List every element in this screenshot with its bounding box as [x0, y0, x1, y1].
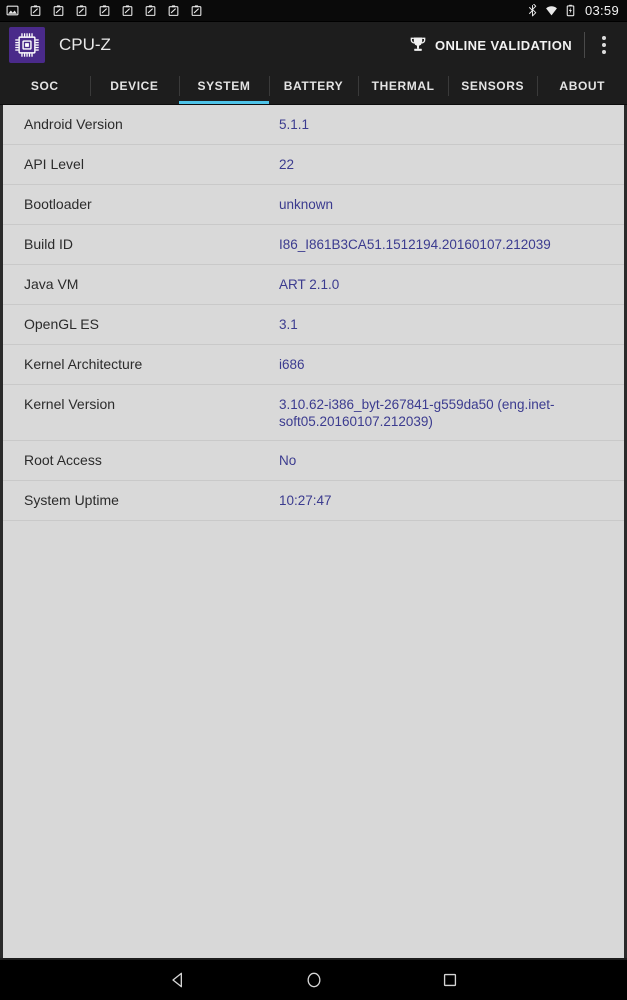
system-info-list: Android Version 5.1.1 API Level 22 Bootl… — [3, 105, 624, 521]
more-vert-icon[interactable] — [587, 25, 621, 65]
tab-label: DEVICE — [110, 79, 159, 93]
tab-about[interactable]: ABOUT — [537, 68, 627, 104]
row-label: API Level — [24, 156, 84, 172]
recents-icon[interactable] — [428, 959, 472, 1000]
row-value: i686 — [279, 357, 305, 372]
system-info-panel[interactable]: Android Version 5.1.1 API Level 22 Bootl… — [0, 105, 627, 958]
online-validation-label: ONLINE VALIDATION — [434, 37, 572, 53]
row-value: 3.10.62-i386_byt-267841-g559da50 (eng.in… — [279, 397, 555, 429]
tab-label: ABOUT — [559, 79, 606, 93]
screenshot-icon — [99, 5, 110, 16]
image-icon — [6, 5, 19, 16]
tab-soc[interactable]: SOC — [0, 68, 90, 104]
table-row[interactable]: System Uptime 10:27:47 — [3, 481, 624, 521]
table-row[interactable]: Root Access No — [3, 441, 624, 481]
online-validation-button[interactable]: ONLINE VALIDATION — [404, 29, 582, 61]
row-value: ART 2.1.0 — [279, 277, 340, 292]
row-value: 10:27:47 — [279, 493, 332, 508]
row-label: Java VM — [24, 276, 79, 292]
android-device-screen: 03:59 CPU-Z ONLINE VALIDATION SOC DEVICE… — [0, 0, 627, 1000]
tab-sensors[interactable]: SENSORS — [447, 68, 538, 104]
row-label: Build ID — [24, 236, 74, 252]
app-title: CPU-Z — [59, 35, 111, 54]
app-bar-divider — [584, 32, 585, 58]
tab-device[interactable]: DEVICE — [89, 68, 180, 104]
screenshot-icon — [76, 5, 87, 16]
tab-label: THERMAL — [371, 79, 435, 93]
row-value: No — [279, 453, 297, 468]
row-label: Root Access — [24, 452, 102, 468]
screenshot-icon — [53, 5, 64, 16]
status-bar-clock: 03:59 — [584, 3, 619, 18]
screenshot-icon — [168, 5, 179, 16]
row-label: Bootloader — [24, 196, 92, 212]
system-status-icons: 03:59 — [526, 3, 619, 18]
table-row[interactable]: Java VM ART 2.1.0 — [3, 265, 624, 305]
wifi-icon — [546, 6, 557, 16]
trophy-icon — [410, 37, 426, 51]
back-icon[interactable] — [156, 959, 200, 1000]
row-label: OpenGL ES — [24, 316, 99, 332]
tab-label: SYSTEM — [197, 79, 251, 93]
row-value: 5.1.1 — [279, 117, 310, 132]
row-label: System Uptime — [24, 492, 119, 508]
table-row[interactable]: Kernel Architecture i686 — [3, 345, 624, 385]
home-icon[interactable] — [292, 959, 336, 1000]
row-value: 3.1 — [279, 317, 298, 332]
tab-bar: SOC DEVICE SYSTEM BATTERY THERMAL SENSOR… — [0, 68, 627, 105]
table-row[interactable]: OpenGL ES 3.1 — [3, 305, 624, 345]
table-row[interactable]: Kernel Version 3.10.62-i386_byt-267841-g… — [3, 385, 624, 441]
battery-icon — [566, 4, 575, 17]
tab-label: SOC — [30, 79, 59, 93]
table-row[interactable]: Build ID I86_I861B3CA51.1512194.20160107… — [3, 225, 624, 265]
app-bar: CPU-Z ONLINE VALIDATION — [0, 22, 627, 68]
bluetooth-icon — [528, 4, 537, 17]
row-label: Kernel Version — [24, 396, 116, 412]
table-row[interactable]: Bootloader unknown — [3, 185, 624, 225]
screenshot-icon — [122, 5, 133, 16]
screenshot-icon — [30, 5, 41, 16]
screenshot-icon — [145, 5, 156, 16]
table-row[interactable]: Android Version 5.1.1 — [3, 105, 624, 145]
row-label: Android Version — [24, 116, 123, 132]
screenshot-icon — [191, 5, 202, 16]
tab-label: BATTERY — [283, 79, 344, 93]
status-bar: 03:59 — [0, 0, 627, 22]
row-value: unknown — [279, 197, 334, 212]
tab-system[interactable]: SYSTEM — [179, 68, 269, 104]
row-label: Kernel Architecture — [24, 356, 143, 372]
tab-battery[interactable]: BATTERY — [268, 68, 359, 104]
cpu-chip-icon — [9, 27, 45, 63]
row-value: I86_I861B3CA51.1512194.20160107.212039 — [279, 237, 551, 252]
table-row[interactable]: API Level 22 — [3, 145, 624, 185]
navigation-bar — [0, 958, 627, 1000]
tab-label: SENSORS — [461, 79, 525, 93]
notification-icons — [6, 4, 526, 17]
tab-thermal[interactable]: THERMAL — [358, 68, 448, 104]
row-value: 22 — [279, 157, 295, 172]
